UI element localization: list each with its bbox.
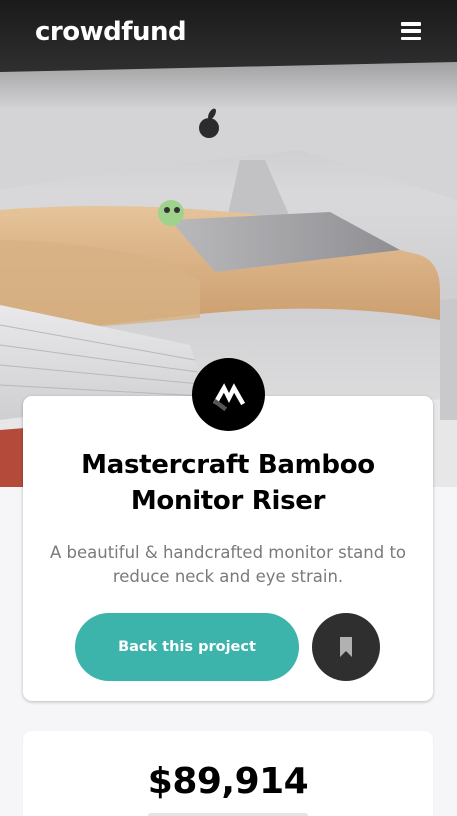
site-logo[interactable]: crowdfund (35, 17, 187, 47)
mastercraft-logo-icon (192, 358, 265, 431)
back-project-button[interactable]: Back this project (75, 613, 299, 681)
amount-backed: $89,914 (147, 761, 309, 802)
project-title: Mastercraft Bamboo Monitor Riser (81, 450, 375, 516)
bookmark-icon (340, 637, 352, 657)
stats-card: $89,914 (23, 731, 433, 816)
project-description: A beautiful & handcrafted monitor stand … (49, 543, 407, 586)
project-card: Mastercraft Bamboo Monitor Riser A beaut… (23, 396, 433, 701)
hamburger-icon[interactable] (401, 22, 421, 40)
bookmark-button[interactable] (312, 613, 380, 681)
site-header: crowdfund (0, 0, 457, 70)
